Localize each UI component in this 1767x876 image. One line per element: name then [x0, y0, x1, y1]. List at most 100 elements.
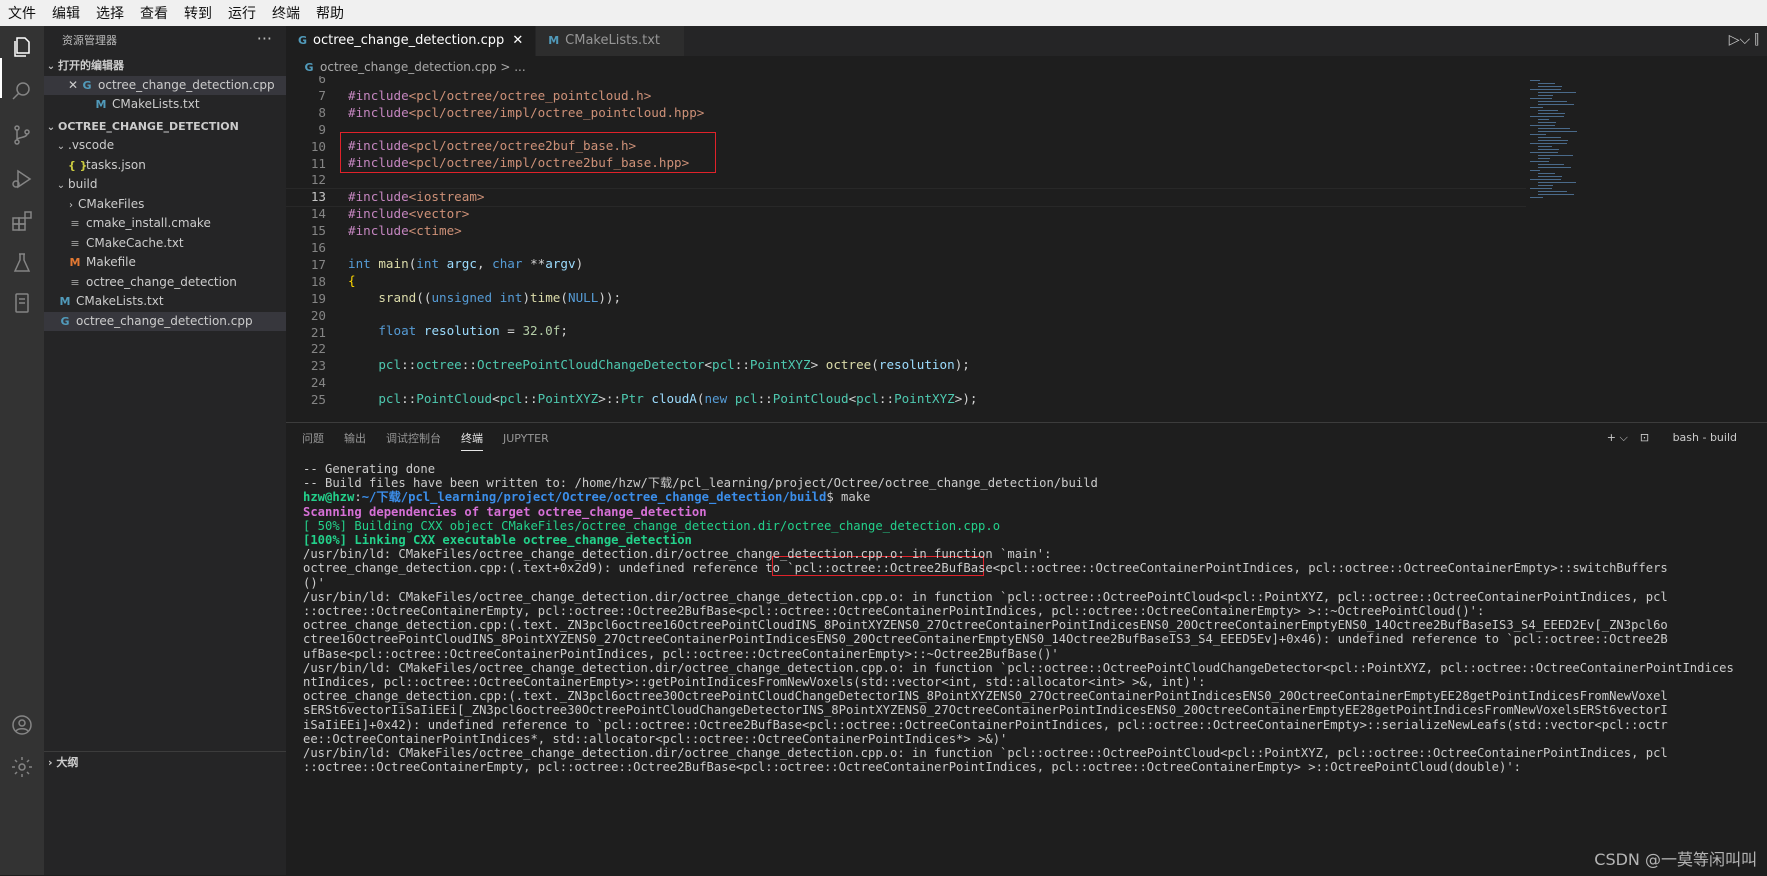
tab-cmakelists[interactable]: M CMakeLists.txt — [536, 26, 686, 56]
prompt-path: ~/下载/pcl_learning/project/Octree/octree_… — [361, 490, 827, 505]
panel-tab[interactable]: JUPYTER — [503, 428, 549, 449]
menu-item[interactable]: 转到 — [176, 3, 220, 23]
terminal-name[interactable]: bash - build — [1673, 427, 1737, 448]
code-line: #include<pcl/octree/impl/octree_pointclo… — [348, 105, 705, 120]
menu-item[interactable]: 查看 — [132, 3, 176, 23]
terminal-text: ee::OctreeContainerPointIndices*, std::a… — [303, 731, 1008, 746]
cpp-icon: G — [82, 78, 92, 92]
minimap-line — [1538, 191, 1567, 192]
outline-header[interactable]: › 大纲 — [44, 751, 286, 773]
extensions-icon[interactable] — [9, 208, 35, 234]
open-editors-header[interactable]: ⌄ 打开的编辑器 — [44, 56, 286, 76]
menu-item[interactable]: 编辑 — [44, 3, 88, 23]
close-icon[interactable]: ✕ — [512, 33, 523, 48]
tree-item[interactable]: M CMakeLists.txt — [44, 292, 286, 312]
terminal-line: ctree16OctreePointCloudINS_8PointXYZENS0… — [303, 632, 1767, 646]
terminal-text: /usr/bin/ld: CMakeFiles/octree_change_de… — [303, 589, 1668, 604]
tree-item[interactable]: ⌄ .vscode — [44, 136, 286, 156]
minimap-line — [1538, 101, 1567, 102]
minimap-line — [1538, 167, 1571, 168]
minimap-line — [1530, 152, 1558, 153]
tab-octree-cpp[interactable]: Goctree_change_detection.cpp ✕ — [286, 26, 537, 56]
highlight-box — [340, 132, 716, 173]
tree-item[interactable]: ≡ octree_change_detection — [44, 273, 286, 293]
panel-tab[interactable]: 问题 — [302, 426, 324, 450]
minimap[interactable] — [1528, 76, 1767, 422]
menu-item[interactable]: 帮助 — [308, 3, 352, 23]
remote-explorer-icon[interactable] — [9, 290, 35, 316]
chevron-down-icon: ⌄ — [46, 121, 56, 133]
code-editor[interactable]: 6 7 8 9 10 11 12 13 14 15 16 17 18 19 20 21 22 23 24 25 #in… — [286, 76, 1526, 422]
open-editors-label: 打开的编辑器 — [58, 59, 124, 72]
line-number: 15 — [310, 223, 326, 239]
minimap-line — [1538, 146, 1552, 147]
close-icon[interactable]: ✕ — [66, 76, 80, 96]
terminal-line: [ 50%] Building CXX object CMakeFiles/oc… — [303, 519, 1767, 533]
terminal-output[interactable]: -- Generating done -- Build files have be… — [303, 462, 1767, 876]
minimap-line — [1538, 83, 1555, 84]
panel-tab[interactable]: 终端 — [461, 426, 483, 451]
terminal-line: /usr/bin/ld: CMakeFiles/octree_change_de… — [303, 590, 1767, 604]
tree-item[interactable]: Goctree_change_detection.cpp — [44, 311, 286, 331]
terminal-text: ntIndices, pcl::octree::OctreeContainerE… — [303, 675, 1206, 690]
menu-item[interactable]: 选择 — [88, 3, 132, 23]
minimap-line — [1530, 161, 1549, 162]
minimap-line — [1538, 92, 1576, 93]
tree-item-label: Makefile — [86, 255, 136, 269]
terminal-text: octree_change_detection.cpp:(.text+0x2d9… — [303, 561, 1668, 576]
menu-item[interactable]: 运行 — [220, 3, 264, 23]
more-actions-icon[interactable]: ··· — [257, 24, 272, 54]
menu-item[interactable]: 终端 — [264, 3, 308, 23]
makefile-file-icon: M — [69, 256, 81, 269]
explorer-icon[interactable] — [9, 34, 35, 60]
terminal-line: /usr/bin/ld: CMakeFiles/octree_change_de… — [303, 661, 1767, 675]
settings-gear-icon[interactable] — [9, 754, 35, 780]
minimap-line — [1538, 95, 1553, 96]
terminal-text: [ 50%] Building CXX object CMakeFiles/oc… — [303, 518, 1001, 533]
panel-tab[interactable]: 调试控制台 — [386, 426, 441, 450]
explorer-title-label: 资源管理器 — [62, 34, 117, 47]
account-icon[interactable] — [9, 712, 35, 738]
line-number: 18 — [310, 273, 326, 289]
new-terminal-button[interactable]: + ⌵ — [1607, 427, 1628, 448]
line-number: 6 — [318, 76, 326, 86]
tab-label: CMakeLists.txt — [565, 33, 661, 48]
minimap-line — [1530, 170, 1540, 171]
testing-flask-icon[interactable] — [9, 250, 35, 276]
minimap-line — [1530, 107, 1543, 108]
project-folder-header[interactable]: ⌄ OCTREE_CHANGE_DETECTION — [44, 117, 286, 137]
minimap-line — [1538, 155, 1573, 156]
open-editor-item[interactable]: ✕ Goctree_change_detection.cpp — [44, 75, 286, 96]
tree-item[interactable]: { }tasks.json — [44, 156, 286, 176]
run-icon[interactable]: ▷⌵ ⫿ — [1729, 32, 1759, 48]
tree-item-label: CMakeFiles — [78, 196, 145, 211]
tree-item[interactable]: › CMakeFiles — [44, 195, 286, 215]
minimap-line — [1538, 86, 1562, 87]
terminal-text: /usr/bin/ld: CMakeFiles/octree_change_de… — [303, 547, 1052, 562]
menu-item[interactable]: 文件 — [0, 3, 44, 23]
tree-item[interactable]: M Makefile — [44, 253, 286, 273]
run-debug-icon[interactable] — [9, 166, 35, 192]
tree-item-label: cmake_install.cmake — [86, 216, 211, 230]
minimap-line — [1538, 140, 1568, 141]
editor-tabs: Goctree_change_detection.cpp ✕ M CMakeList… — [286, 26, 1767, 56]
chevron-right-icon: › — [69, 199, 73, 211]
chevron-right-icon: › — [48, 756, 53, 769]
code-line: { — [348, 273, 356, 288]
source-control-icon[interactable] — [9, 122, 35, 148]
tree-item[interactable]: ⌄ build — [44, 175, 286, 195]
minimap-line — [1538, 128, 1570, 129]
tree-item[interactable]: ≡ CMakeCache.txt — [44, 234, 286, 254]
code-line: float resolution = 32.0f; — [378, 323, 568, 338]
open-editor-item[interactable]: M CMakeLists.txt — [44, 95, 286, 115]
tree-item[interactable]: ≡ cmake_install.cmake — [44, 214, 286, 234]
menu-bar: 文件 编辑 选择 查看 转到 运行 终端 帮助 — [0, 0, 1767, 26]
code-line: pcl::octree::OctreePointCloudChangeDetec… — [378, 357, 970, 372]
line-number: 8 — [318, 104, 326, 120]
search-icon[interactable] — [9, 78, 35, 104]
editor-area: Goctree_change_detection.cpp ✕ M CMakeList… — [286, 26, 1767, 422]
terminal-controls: + ⌵ ⊡ bash - build — [1607, 431, 1757, 445]
cpp-file-icon: G — [60, 314, 70, 328]
breadcrumb[interactable]: Goctree_change_detection.cpp > ... — [286, 56, 1767, 78]
panel-tab[interactable]: 输出 — [344, 426, 366, 450]
